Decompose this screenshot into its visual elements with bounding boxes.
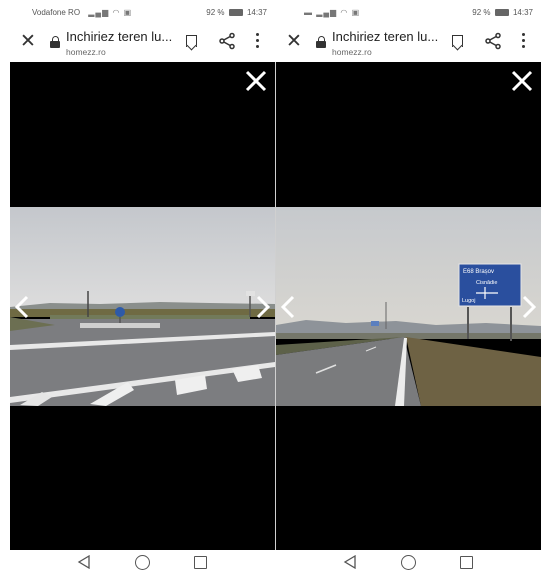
close-tab-button[interactable]: ✕	[18, 32, 38, 52]
battery-percent: 92 %	[472, 8, 491, 17]
overflow-menu-icon[interactable]	[520, 33, 526, 51]
status-bar: ▬ ▂▄▆ ◠ ▣ 92 % 14:37	[276, 0, 541, 22]
battery-icon	[228, 9, 243, 17]
share-icon[interactable]	[218, 32, 236, 50]
android-nav-bar	[10, 550, 275, 574]
status-bar: Vodafone RO ▂▄▆ ◠ ▣ 92 % 14:37	[10, 0, 275, 22]
carrier-name: Vodafone RO	[32, 8, 81, 17]
close-tab-button[interactable]: ✕	[284, 32, 304, 52]
previous-image-icon[interactable]	[280, 294, 296, 320]
screenshot-right: ▬ ▂▄▆ ◠ ▣ 92 % 14:37 ✕ Inchiriez teren l…	[276, 0, 541, 574]
recent-apps-icon[interactable]	[194, 556, 207, 569]
close-lightbox-icon[interactable]	[243, 68, 269, 94]
page-domain[interactable]: homezz.ro	[332, 47, 372, 57]
home-icon[interactable]	[401, 555, 416, 570]
image-lightbox: E68 Brașov Cisnădie Lugoj	[276, 62, 541, 550]
highway-road-sign-photo: E68 Brașov Cisnădie Lugoj	[276, 207, 541, 406]
bookmark-icon[interactable]	[452, 35, 463, 47]
battery-icon	[494, 9, 509, 17]
clock: 14:37	[246, 8, 267, 17]
home-icon[interactable]	[135, 555, 150, 570]
sign-line-1: E68 Brașov	[463, 269, 494, 275]
android-nav-bar	[276, 550, 541, 574]
share-icon[interactable]	[484, 32, 502, 50]
road-intersection-photo	[10, 207, 275, 406]
next-image-icon[interactable]	[255, 294, 271, 320]
page-title[interactable]: Inchiriez teren lu...	[332, 29, 438, 44]
screenshot-left: Vodafone RO ▂▄▆ ◠ ▣ 92 % 14:37 ✕ Inchiri…	[10, 0, 275, 574]
sign-line-3: Lugoj	[462, 298, 475, 304]
sign-line-2: Cisnădie	[476, 280, 497, 286]
back-icon[interactable]	[77, 555, 91, 569]
lock-icon	[50, 36, 60, 48]
battery-percent: 92 %	[206, 8, 225, 17]
previous-image-icon[interactable]	[14, 294, 30, 320]
close-lightbox-icon[interactable]	[509, 68, 535, 94]
back-icon[interactable]	[343, 555, 357, 569]
overflow-menu-icon[interactable]	[254, 33, 260, 51]
browser-toolbar: ✕ Inchiriez teren lu... homezz.ro	[10, 22, 275, 62]
page-domain[interactable]: homezz.ro	[66, 47, 106, 57]
bookmark-icon[interactable]	[186, 35, 197, 47]
image-lightbox	[10, 62, 275, 550]
recent-apps-icon[interactable]	[460, 556, 473, 569]
signal-icon: ▬ ▂▄▆ ◠ ▣	[304, 8, 361, 17]
lock-icon	[316, 36, 326, 48]
browser-toolbar: ✕ Inchiriez teren lu... homezz.ro	[276, 22, 541, 62]
page-title[interactable]: Inchiriez teren lu...	[66, 29, 172, 44]
next-image-icon[interactable]	[521, 294, 537, 320]
clock: 14:37	[512, 8, 533, 17]
signal-icon: ▂▄▆ ◠ ▣	[88, 8, 133, 17]
